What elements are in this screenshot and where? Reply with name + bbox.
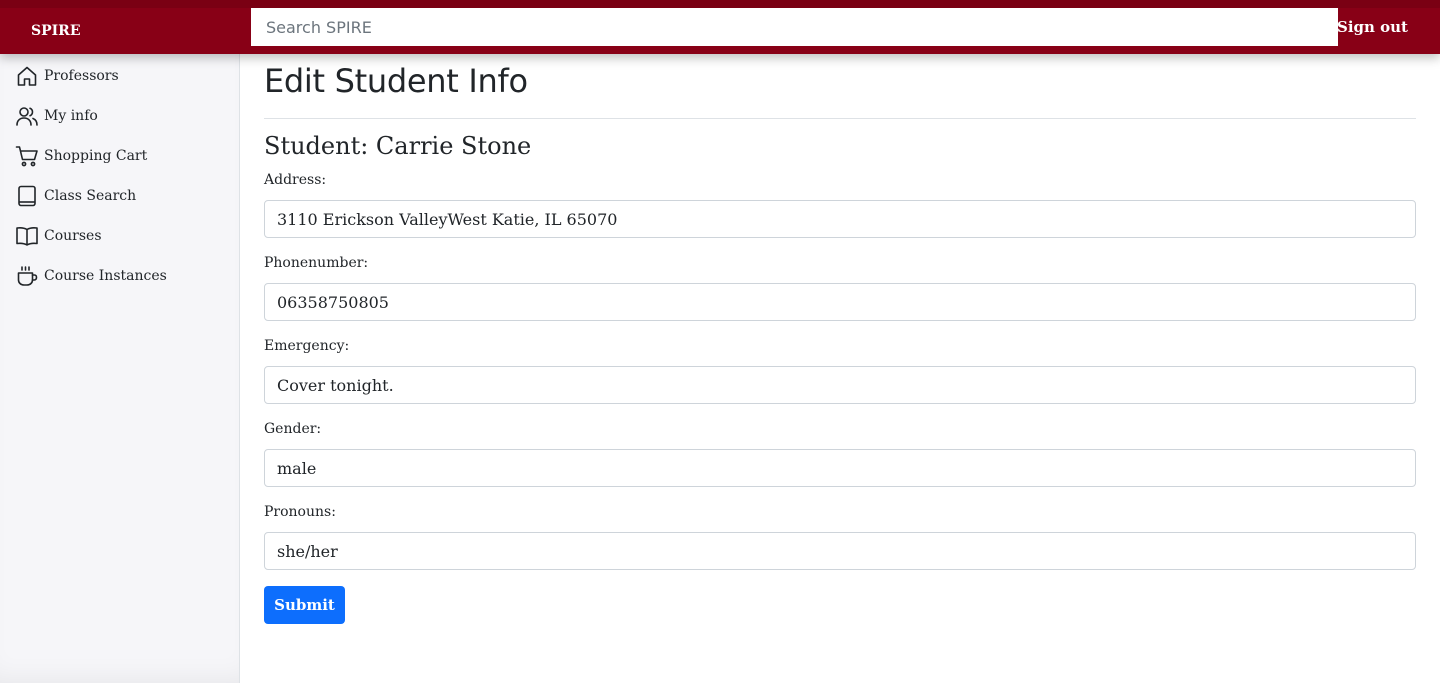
sign-out-link[interactable]: Sign out — [1337, 8, 1408, 46]
brand-logo[interactable]: SPIRE — [0, 8, 250, 54]
gender-label: Gender: — [264, 421, 322, 437]
student-heading: Student: Carrie Stone — [264, 132, 532, 160]
cart-icon — [14, 143, 40, 169]
phonenumber-field[interactable] — [264, 283, 1416, 321]
sidebar-item-label: Shopping Cart — [44, 148, 148, 164]
gender-field[interactable] — [264, 449, 1416, 487]
people-icon — [14, 103, 40, 129]
sidebar-item-label: Class Search — [44, 188, 137, 204]
search-input[interactable] — [251, 8, 1338, 46]
sidebar-item-courses[interactable]: Courses — [14, 222, 234, 250]
address-label: Address: — [264, 172, 327, 188]
page-title: Edit Student Info — [264, 62, 528, 100]
address-field[interactable] — [264, 200, 1416, 238]
pronouns-label: Pronouns: — [264, 504, 336, 520]
sidebar-item-course-instances[interactable]: Course Instances — [14, 262, 234, 290]
top-navbar: SPIRE Sign out — [0, 0, 1440, 54]
cup-icon — [14, 263, 40, 289]
sidebar: Professors My info Shopping Cart Class S… — [0, 54, 240, 683]
emergency-field[interactable] — [264, 366, 1416, 404]
submit-button[interactable]: Submit — [264, 586, 345, 624]
sidebar-item-label: Professors — [44, 68, 119, 84]
sidebar-item-class-search[interactable]: Class Search — [14, 182, 234, 210]
sidebar-item-shopping-cart[interactable]: Shopping Cart — [14, 142, 234, 170]
sidebar-item-label: My info — [44, 108, 98, 124]
sidebar-item-label: Course Instances — [44, 268, 167, 284]
open-book-icon — [14, 223, 40, 249]
pronouns-field[interactable] — [264, 532, 1416, 570]
phonenumber-label: Phonenumber: — [264, 255, 369, 271]
sidebar-item-my-info[interactable]: My info — [14, 102, 234, 130]
book-icon — [14, 183, 40, 209]
divider — [264, 118, 1416, 119]
house-icon — [14, 63, 40, 89]
sidebar-item-professors[interactable]: Professors — [14, 62, 234, 90]
sidebar-item-label: Courses — [44, 228, 102, 244]
emergency-label: Emergency: — [264, 338, 350, 354]
